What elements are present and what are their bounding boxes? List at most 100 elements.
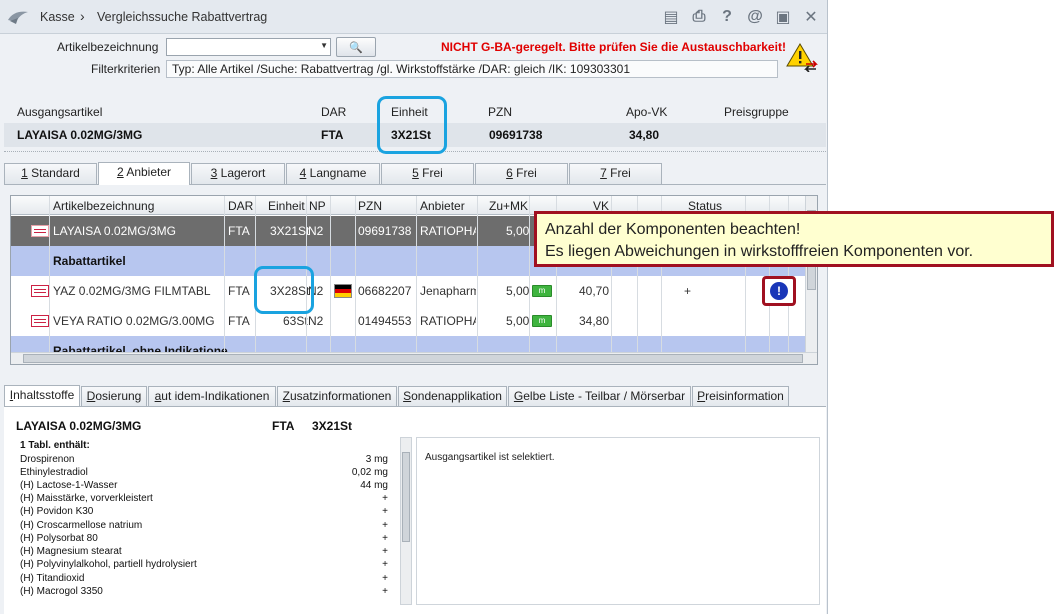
tab-gelbe-liste[interactable]: Gelbe Liste - Teilbar / Mörserbar — [508, 386, 691, 407]
tooltip-callout: Anzahl der Komponenten beachten! Es lieg… — [534, 211, 1054, 267]
help-icon[interactable]: ? — [716, 6, 738, 28]
tab-aut-idem[interactable]: aut idem-Indikationen — [148, 386, 276, 407]
col-dar[interactable]: DAR — [228, 199, 253, 213]
tab-frei-7[interactable]: 7 Frei — [569, 163, 662, 184]
article-card-icon — [31, 225, 49, 237]
table-row[interactable]: YAZ 0.02MG/3MG FILMTABL FTA 3X28St N2 06… — [11, 276, 807, 306]
breadcrumb-separator: › — [80, 8, 85, 24]
page-title: Vergleichssuche Rabattvertrag — [97, 10, 268, 24]
list-item: (H) Polysorbat 80 + — [20, 533, 388, 544]
ausgang-pzn-header: PZN — [488, 105, 512, 119]
cell-np: N2 — [308, 314, 324, 328]
tab-langname[interactable]: 4 Langname — [286, 163, 380, 184]
cell-status: + — [684, 284, 692, 298]
tab-standard[interactable]: 1 Standard — [4, 163, 97, 184]
cell-np: N2 — [308, 224, 324, 238]
tab-sondenapplikation[interactable]: Sondenapplikation — [398, 386, 507, 407]
grid-line — [49, 196, 50, 364]
search-button[interactable]: 🔍 — [336, 37, 376, 57]
cell-pzn: 09691738 — [358, 224, 412, 238]
info-alert-button[interactable]: ! — [762, 276, 796, 306]
cell-dar: FTA — [228, 224, 250, 238]
col-pzn[interactable]: PZN — [358, 199, 382, 213]
grid-line — [416, 196, 417, 364]
email-icon[interactable]: @ — [744, 6, 766, 28]
detail-einheit: 3X21St — [312, 419, 353, 433]
warning-text: NICHT G-BA-geregelt. Bitte prüfen Sie di… — [441, 40, 786, 54]
list-item: (H) Maisstärke, vorverkleistert + — [20, 493, 388, 504]
tab-anbieter[interactable]: 2 Anbieter — [98, 162, 190, 185]
flag-stripe — [335, 292, 351, 297]
cell-zumk: 5,00 — [506, 284, 530, 298]
col-anbieter[interactable]: Anbieter — [420, 199, 465, 213]
ausgang-artikel-header: Ausgangsartikel — [17, 105, 103, 119]
cell-artikel: LAYAISA 0.02MG/3MG — [53, 224, 176, 238]
filter-criteria-field: Typ: Alle Artikel /Suche: Rabattvertrag … — [166, 60, 778, 78]
ingredients-scrollbar[interactable] — [400, 437, 412, 605]
tab-lagerort[interactable]: 3 Lagerort — [191, 163, 285, 184]
filter-label: Filterkriterien — [91, 62, 161, 76]
cell-anbieter: RATIOPHA — [420, 314, 476, 328]
grid-line — [529, 196, 530, 364]
tab-frei-6[interactable]: 6 Frei — [475, 163, 568, 184]
grid-line — [477, 196, 478, 364]
ausgang-dar-header: DAR — [321, 105, 347, 119]
ingredients-list[interactable]: 1 Tabl. enthält: Drospirenon 3 mg Ethinyl… — [14, 437, 400, 607]
tab-dosierung[interactable]: Dosierung — [81, 386, 147, 407]
group-label: Rabattartikel — [53, 254, 126, 268]
ausgang-apovk-header: Apo-VK — [626, 105, 668, 119]
list-item: (H) Titandioxid + — [20, 573, 388, 584]
ausgang-preisgruppe-header: Preisgruppe — [724, 105, 789, 119]
scrollbar-thumb[interactable] — [402, 452, 410, 542]
list-item: (H) Macrogol 3350 + — [20, 586, 388, 597]
cell-dar: FTA — [228, 284, 250, 298]
ausgang-artikel: LAYAISA 0.02MG/3MG — [17, 128, 143, 142]
title-bar: Kasse › Vergleichssuche Rabattvertrag ▤ … — [0, 0, 827, 34]
warning-exchange-icon[interactable] — [786, 42, 818, 72]
chevron-down-icon[interactable]: ▼ — [320, 41, 328, 50]
tab-preisinformation[interactable]: Preisinformation — [692, 386, 789, 407]
screen-icon[interactable]: ▣ — [772, 6, 794, 28]
clipboard-icon[interactable]: ▤ — [660, 6, 682, 28]
ausgang-dar: FTA — [321, 128, 344, 142]
col-zumk[interactable]: Zu+MK — [489, 199, 528, 213]
m-badge: m — [532, 285, 552, 297]
cell-artikel: VEYA RATIO 0.02MG/3.00MG — [53, 314, 215, 328]
cell-vk: 34,80 — [579, 314, 610, 328]
info-panel: Ausgangsartikel ist selektiert. — [416, 437, 820, 605]
list-item: (H) Lactose-1-Wasser 44 mg — [20, 480, 388, 491]
app-logo-icon[interactable] — [6, 8, 30, 26]
cell-dar: FTA — [228, 314, 250, 328]
einheit-row-highlight — [254, 266, 314, 314]
detail-artikel: LAYAISA 0.02MG/3MG — [16, 419, 142, 433]
grid-horizontal-scrollbar[interactable] — [11, 352, 817, 364]
article-card-icon — [31, 315, 49, 327]
list-item: (H) Polyvinylalkohol, partiell hydrolysi… — [20, 559, 388, 570]
list-item: Drospirenon 3 mg — [20, 454, 388, 465]
col-artikel[interactable]: Artikelbezeichnung — [53, 199, 154, 213]
cell-zumk: 5,00 — [506, 224, 530, 238]
close-icon[interactable]: ✕ — [800, 6, 822, 28]
artikel-combobox[interactable]: ▼ — [166, 38, 331, 56]
col-np[interactable]: NP — [309, 199, 326, 213]
cell-artikel: YAZ 0.02MG/3MG FILMTABL — [53, 284, 211, 298]
cell-anbieter: Jenapharm — [420, 284, 476, 298]
tab-zusatzinformationen[interactable]: Zusatzinformationen — [277, 386, 397, 407]
table-row[interactable]: VEYA RATIO 0.02MG/3.00MG FTA 63St N2 014… — [11, 306, 807, 336]
print-icon[interactable]: ⎙ — [688, 6, 710, 28]
window: Kasse › Vergleichssuche Rabattvertrag ▤ … — [0, 0, 828, 614]
detail-dar: FTA — [272, 419, 295, 433]
col-einheit[interactable]: Einheit — [268, 199, 305, 213]
tab-frei-5[interactable]: 5 Frei — [381, 163, 474, 184]
tooltip-line-2: Es liegen Abweichungen in wirkstofffreie… — [545, 243, 974, 260]
grid-line — [355, 196, 356, 364]
tab-inhaltsstoffe[interactable]: Inhaltsstoffe — [4, 385, 80, 408]
breadcrumb-kasse[interactable]: Kasse — [40, 10, 75, 24]
exclamation-icon: ! — [770, 282, 788, 300]
list-item: (H) Croscarmellose natrium + — [20, 520, 388, 531]
ausgang-apovk: 34,80 — [629, 128, 660, 142]
artikel-label: Artikelbezeichnung — [57, 40, 159, 54]
cell-anbieter: RATIOPHA — [420, 224, 476, 238]
cell-pzn: 01494553 — [358, 314, 412, 328]
scrollbar-thumb[interactable] — [23, 354, 803, 363]
